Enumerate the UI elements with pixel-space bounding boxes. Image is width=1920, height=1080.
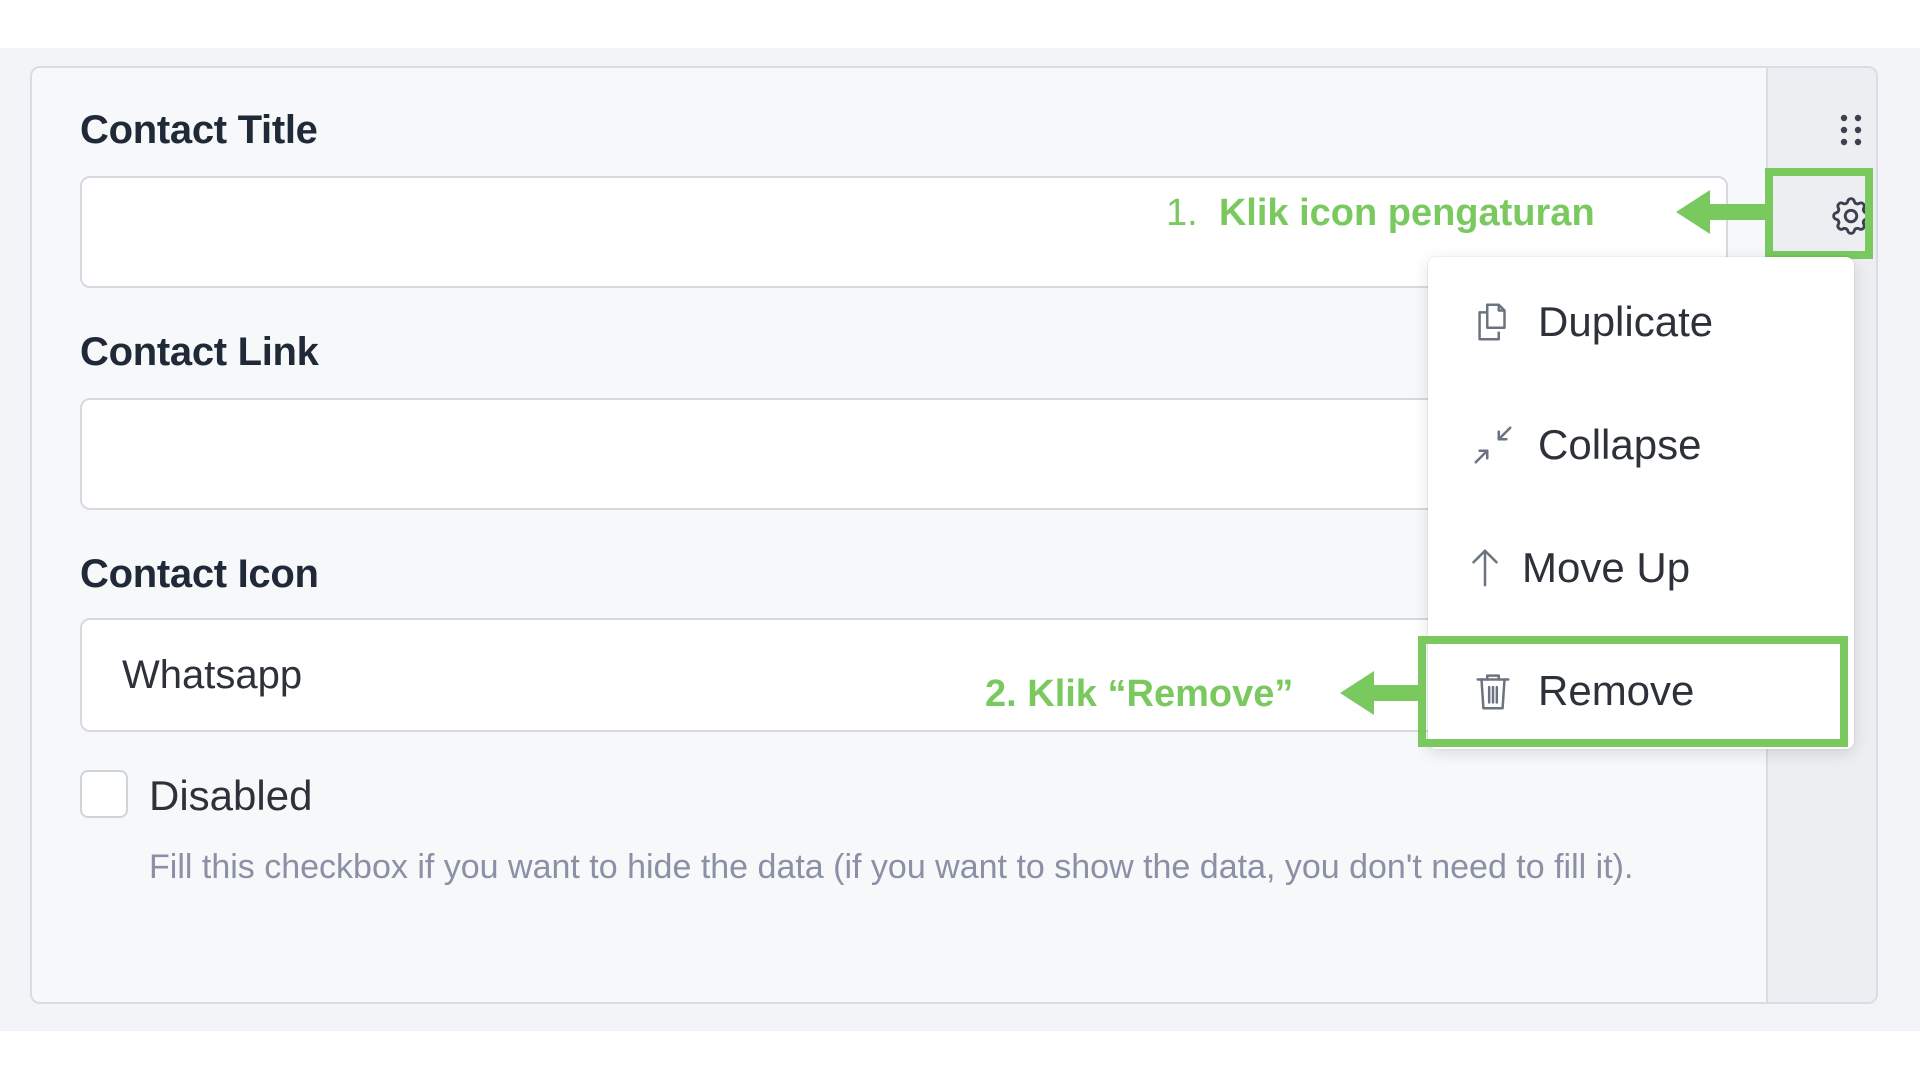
contact-link-label: Contact Link [80,330,319,374]
contact-title-label: Contact Title [80,108,318,152]
menu-item-duplicate-label: Duplicate [1538,298,1714,345]
disabled-checkbox-label: Disabled [149,772,313,819]
arrow-up-icon [1460,543,1510,593]
step1-annotation: 1. Klik icon pengaturan [1166,192,1595,235]
step2-text: 2. Klik “Remove” [985,673,1294,715]
step2-annotation: 2. Klik “Remove” [985,673,1293,716]
remove-highlight-box [1418,636,1848,747]
menu-item-move-up-label: Move Up [1522,544,1691,591]
menu-item-duplicate[interactable]: Duplicate [1428,267,1854,377]
step1-arrow-icon [1676,190,1768,234]
step2-arrow-icon [1340,671,1422,715]
menu-item-move-up[interactable]: Move Up [1428,513,1854,623]
menu-item-collapse-label: Collapse [1538,421,1702,468]
contact-icon-label: Contact Icon [80,552,319,596]
step1-number: 1. [1166,192,1198,234]
step1-text: Klik icon pengaturan [1218,192,1595,234]
gear-highlight-box [1765,168,1873,259]
disabled-checkbox[interactable] [80,770,128,818]
menu-item-collapse[interactable]: Collapse [1428,390,1854,500]
disabled-help-text: Fill this checkbox if you want to hide t… [149,848,1634,886]
duplicate-icon [1468,297,1518,347]
collapse-icon [1468,420,1518,470]
contact-icon-selected-value: Whatsapp [122,652,303,697]
drag-dots-icon[interactable] [1838,112,1864,148]
